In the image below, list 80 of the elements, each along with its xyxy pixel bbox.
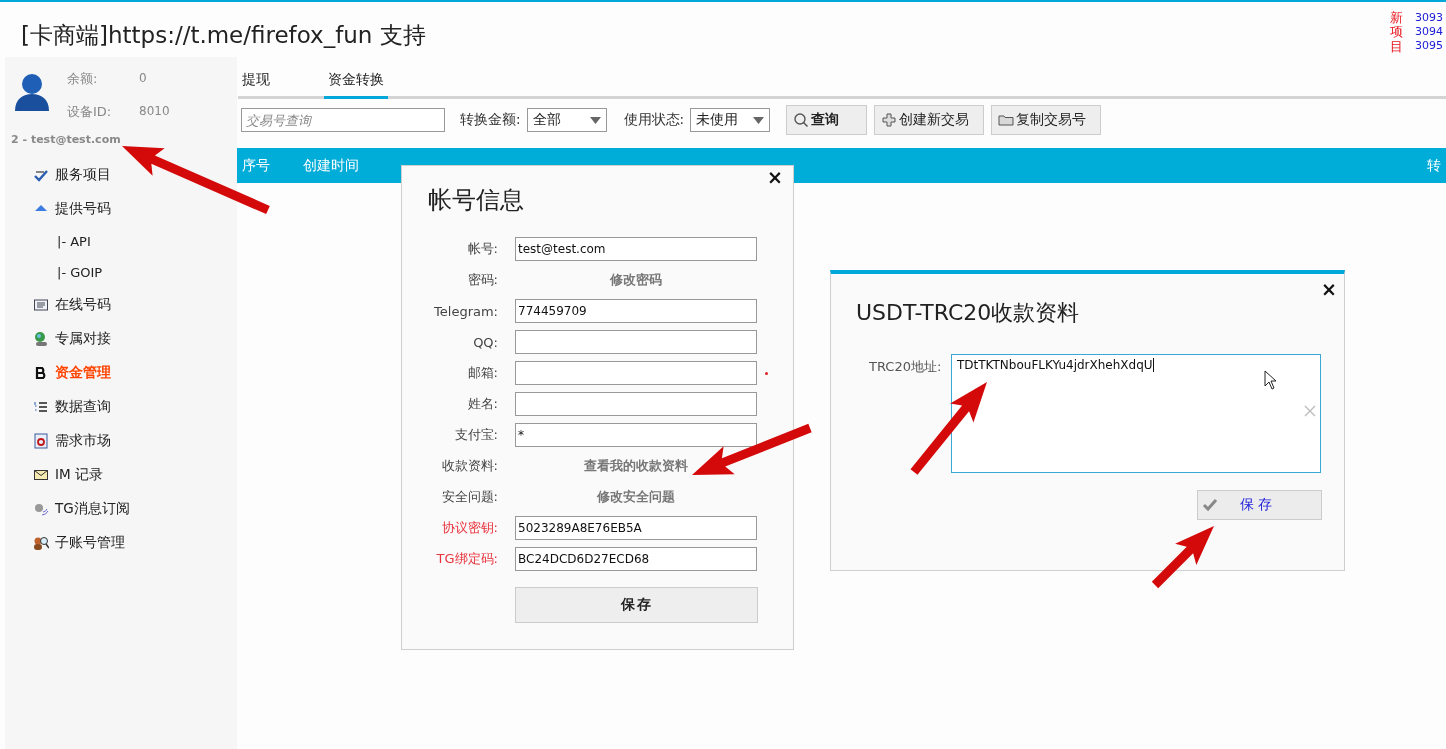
sidebar-item[interactable]: 子账号管理 [33,526,125,560]
link[interactable]: 修改密码 [610,271,662,287]
speaker-icon [33,501,49,517]
field-label: 收款资料: [441,457,498,475]
plus-icon [881,112,898,128]
toolbar-button[interactable]: 查询 [786,105,868,135]
field-label: 邮箱: [467,364,498,382]
sidebar-item[interactable]: 服务项目 [33,158,111,192]
search-icon [793,112,810,128]
dropdown-caret-icon [753,116,765,124]
field-label: 姓名: [467,395,498,413]
check-icon [1202,497,1218,513]
input-field[interactable]: 5023289A8E76EB5A [515,516,757,540]
balance-value: 0 [139,70,148,87]
globe-icon [33,331,49,347]
project-number[interactable]: 3094 [1415,25,1443,39]
dialog-title: USDT-TRC20收款资料 [856,299,1080,327]
status-dropdown[interactable]: 未使用 [690,108,771,132]
address-field[interactable]: TDtTKTNbouFLKYu4jdrXhehXdqU [951,354,1321,473]
device-id-value: 8010 [139,103,170,120]
users-search-icon [33,535,49,551]
search-field[interactable]: 交易号查询 [241,108,445,132]
balance-label: 余额: [67,70,99,88]
field-label: 密码: [467,271,498,289]
envelope-icon [33,467,49,483]
account-label: 2 - test@test.com [11,133,121,146]
tab[interactable]: 提现 [238,67,274,99]
mouse-pointer-icon [1264,370,1278,390]
toolbar-button[interactable]: 复制交易号 [991,105,1102,135]
sidebar-subitem[interactable]: |- API [57,234,91,249]
notice-label: 新项目 [1390,11,1403,54]
input-field[interactable] [515,392,757,416]
close-button[interactable]: × [767,166,783,188]
sidebar-item[interactable]: IM 记录 [33,458,103,492]
clear-icon[interactable] [1304,405,1316,417]
input-field[interactable]: BC24DCD6D27ECD68 [515,547,757,571]
toolbar-button[interactable]: 创建新交易 [874,105,985,135]
column-header: 创建时间 [303,156,359,175]
field-label: 帐号: [467,240,498,258]
close-button[interactable]: × [1321,278,1337,300]
column-header: 序号 [242,156,271,175]
page-title: [卡商端]https://t.me/firefox_fun 支持 [21,21,426,50]
project-number[interactable]: 3093 [1415,11,1443,25]
sidebar-item[interactable]: 在线号码 [33,288,111,322]
document-icon [33,433,49,449]
amount-dropdown[interactable]: 全部 [526,108,607,132]
field-label: 安全问题: [441,488,498,506]
input-field[interactable]: * [515,423,757,447]
input-field[interactable]: 774459709 [515,299,757,323]
numbered-list-icon [33,399,49,415]
device-id-label: 设备ID: [67,103,113,121]
sidebar-item[interactable]: 需求市场 [33,424,111,458]
input-field[interactable]: test@test.com [515,237,757,261]
sidebar-item[interactable]: 数据查询 [33,390,111,424]
save-button[interactable]: 保 存 [1197,490,1322,520]
sidebar-subitem[interactable]: |- GOIP [57,265,103,280]
field-label: TG绑定码: [436,550,498,568]
field-label: TRC20地址: [869,359,942,374]
folder-icon [998,112,1015,128]
status-label: 使用状态: [623,111,685,129]
amount-label: 转换金额: [460,111,521,129]
link[interactable]: 查看我的收款资料 [584,457,688,473]
field-label: 协议密钥: [441,519,498,537]
save-button[interactable]: 保存 [515,587,758,623]
field-label: QQ: [473,334,498,350]
arrow-annotation [1151,526,1214,589]
column-header: 转 [1427,156,1441,175]
tab[interactable]: 资金转换 [324,67,388,99]
dropdown-caret-icon [589,116,601,124]
sidebar-item[interactable]: TG消息订阅 [33,492,130,526]
field-label: Telegram: [434,303,498,319]
list-icon [33,297,49,313]
link[interactable]: 修改安全问题 [597,488,675,504]
input-field[interactable] [515,361,757,385]
field-label: 支付宝: [454,426,498,444]
project-number[interactable]: 3095 [1415,39,1443,53]
input-field[interactable] [515,330,757,354]
dialog-title: 帐号信息 [428,185,524,216]
sidebar-item[interactable]: 专属对接 [33,322,111,356]
sidebar-item[interactable]: 提供号码 [33,192,111,226]
